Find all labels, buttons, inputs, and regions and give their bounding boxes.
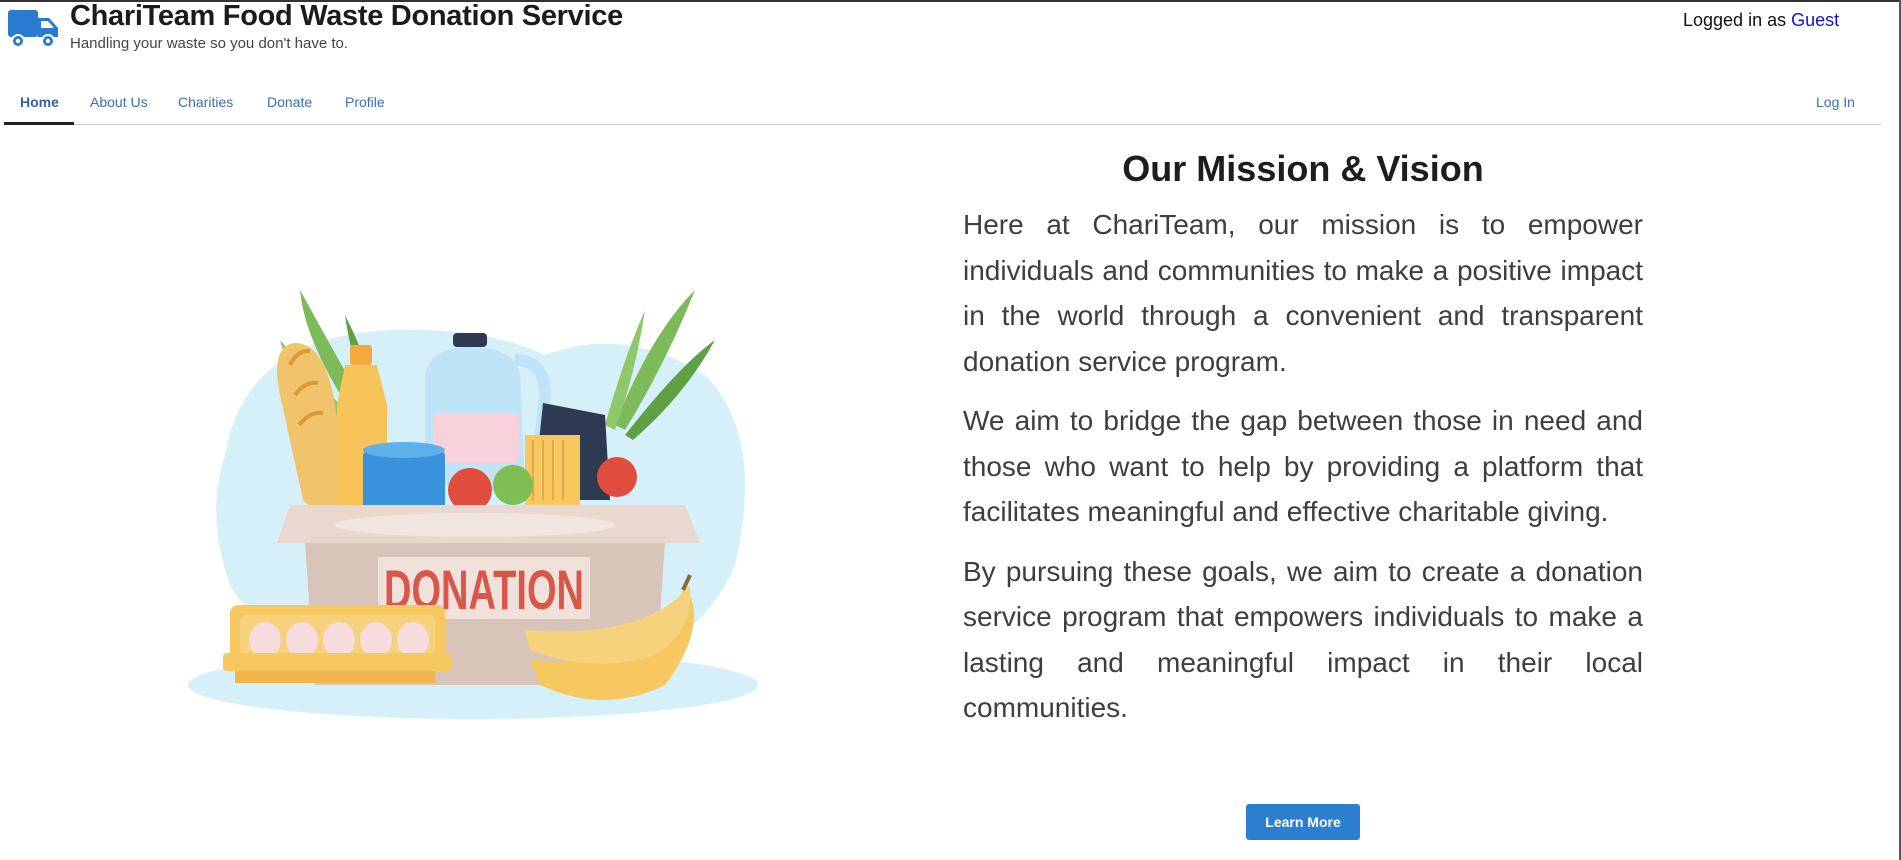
login-status-prefix: Logged in as [1683, 10, 1792, 30]
nav-tab-charities[interactable]: Charities [178, 94, 233, 110]
mission-title: Our Mission & Vision [1122, 148, 1484, 189]
learn-more-button[interactable]: Learn More [1246, 804, 1360, 840]
nav-tab-about-us[interactable]: About Us [90, 94, 148, 110]
nav-login-link[interactable]: Log In [1816, 94, 1855, 110]
login-status: Logged in as Guest [1683, 10, 1839, 31]
mission-paragraph-1: Here at ChariTeam, our mission is to emp… [963, 209, 1643, 377]
mission-paragraph-3: By pursuing these goals, we aim to creat… [963, 555, 1643, 724]
truck-icon[interactable] [6, 4, 60, 50]
mission-paragraph-2: We aim to bridge the gap between those i… [963, 405, 1643, 527]
nav-tab-profile[interactable]: Profile [345, 94, 385, 110]
site-title: ChariTeam Food Waste Donation Service [70, 0, 623, 32]
guest-user-link[interactable]: Guest [1791, 10, 1839, 30]
mission-section: Our Mission & Vision Here at ChariTeam, … [963, 148, 1643, 745]
nav-tab-home[interactable]: Home [20, 94, 59, 110]
site-header: ChariTeam Food Waste Donation Service Ha… [0, 0, 1901, 80]
donation-box-illustration: DONATION [188, 290, 758, 719]
site-tagline: Handling your waste so you don't have to… [70, 35, 349, 52]
main-nav: Home About Us Charities Donate Profile L… [4, 88, 1881, 125]
nav-tab-donate[interactable]: Donate [267, 94, 312, 110]
active-tab-indicator [4, 122, 74, 125]
